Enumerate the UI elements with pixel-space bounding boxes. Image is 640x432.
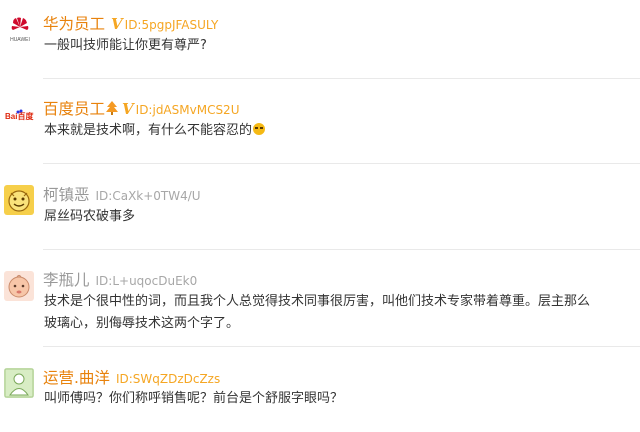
username-link[interactable]: 柯镇恶 ID:CaXk+0TW4/U: [43, 183, 201, 205]
svg-text:Bai百度: Bai百度: [5, 111, 34, 121]
user-id: ID:L+uqocDuEk0: [95, 274, 198, 288]
user-id: ID:SWqZDzDcZzs: [115, 372, 221, 386]
divider: [43, 163, 640, 164]
comment-text-line: 玻璃心，别侮辱技术这两个字了。: [44, 316, 240, 331]
divider: [43, 346, 640, 347]
username[interactable]: 运营.曲洋: [43, 369, 110, 387]
username-link[interactable]: 运营.曲洋 ID:SWqZDzDcZzs: [43, 366, 220, 388]
divider: [43, 78, 640, 79]
christmas-tree-icon: [106, 101, 119, 115]
comment-feed: HUAWEI 华为员工 V ID:5pgpJFASULY 一般叫技师能让你更有尊严?…: [0, 0, 640, 432]
user-id: ID:5pgpJFASULY: [124, 18, 219, 32]
svg-text:HUAWEI: HUAWEI: [10, 37, 30, 43]
verified-badge-icon: V: [111, 15, 123, 33]
username[interactable]: 李瓶儿: [43, 271, 90, 289]
comment-text-body: 本来就是技术啊，有什么不能容忍的: [44, 123, 253, 138]
username-link[interactable]: 华为员工 V ID:5pgpJFASULY: [43, 12, 218, 34]
comment-text: 一般叫技师能让你更有尊严?: [44, 38, 207, 53]
comment-text: 叫师傅吗？你们称呼销售呢？前台是个舒服字眼吗？: [44, 391, 344, 406]
divider: [43, 249, 640, 250]
person-avatar-icon[interactable]: [4, 368, 34, 398]
username[interactable]: 百度员工: [43, 100, 105, 118]
huawei-logo-icon[interactable]: HUAWEI: [4, 14, 36, 44]
comment-text: 屌丝码农破事多: [44, 209, 136, 224]
comment-text: 本来就是技术啊，有什么不能容忍的: [44, 120, 634, 142]
username[interactable]: 柯镇恶: [43, 186, 90, 204]
baidu-logo-icon[interactable]: Bai百度: [4, 106, 36, 126]
username-link[interactable]: 李瓶儿 ID:L+uqocDuEk0: [43, 268, 197, 290]
verified-badge-icon: V: [122, 100, 134, 118]
username[interactable]: 华为员工: [43, 15, 105, 33]
user-id: ID:CaXk+0TW4/U: [95, 189, 201, 203]
baby-face-avatar-icon[interactable]: [4, 271, 34, 301]
user-id: ID:jdASMvMCS2U: [135, 103, 240, 117]
smiley-face-avatar-icon[interactable]: [4, 185, 34, 215]
laughing-emoji-icon: [253, 123, 266, 135]
comment-text: 技术是个很中性的词，而且我个人总觉得技术同事很厉害，叫他们技术专家带着尊重。层主…: [44, 291, 634, 335]
comment-text-line: 技术是个很中性的词，而且我个人总觉得技术同事很厉害，叫他们技术专家带着尊重。层主…: [44, 294, 591, 309]
username-link[interactable]: 百度员工 V ID:jdASMvMCS2U: [43, 97, 239, 119]
